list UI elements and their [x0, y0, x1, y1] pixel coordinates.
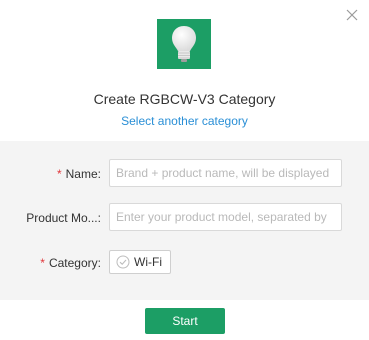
- model-label-text: Product Mo...: [26, 211, 98, 225]
- close-icon: [346, 9, 358, 21]
- close-button[interactable]: [345, 8, 359, 22]
- required-marker: *: [56, 167, 62, 181]
- model-input[interactable]: Enter your product model, separated by: [109, 203, 342, 231]
- model-label-colon: :: [97, 211, 101, 225]
- form-area: * Name : Brand + product name, will be d…: [0, 141, 369, 300]
- name-input-placeholder: Brand + product name, will be displayed: [116, 166, 330, 180]
- check-circle-icon: [116, 255, 130, 269]
- model-input-placeholder: Enter your product model, separated by: [116, 210, 327, 224]
- name-input[interactable]: Brand + product name, will be displayed: [109, 159, 342, 187]
- category-label: * Category :: [40, 248, 101, 278]
- category-chip-label: Wi-Fi: [134, 255, 162, 269]
- form-row-model: Product Mo... : Enter your product model…: [0, 203, 369, 233]
- required-marker: *: [40, 256, 45, 270]
- product-image: [157, 19, 211, 69]
- form-row-category: * Category : Wi-Fi: [0, 248, 369, 278]
- form-row-name: * Name : Brand + product name, will be d…: [0, 159, 369, 189]
- name-label: * Name :: [57, 159, 101, 189]
- category-label-colon: :: [97, 256, 101, 270]
- name-label-text: Name: [65, 167, 98, 181]
- model-label: Product Mo... :: [26, 203, 101, 233]
- category-label-text: Category: [48, 256, 98, 270]
- dialog-title: Create RGBCW-V3 Category: [93, 91, 276, 107]
- category-chip-wifi[interactable]: Wi-Fi: [109, 250, 171, 274]
- bulb-icon: [172, 26, 196, 62]
- select-another-category-link[interactable]: Select another category: [0, 114, 369, 128]
- name-label-colon: :: [97, 167, 101, 181]
- start-button[interactable]: Start: [145, 308, 225, 334]
